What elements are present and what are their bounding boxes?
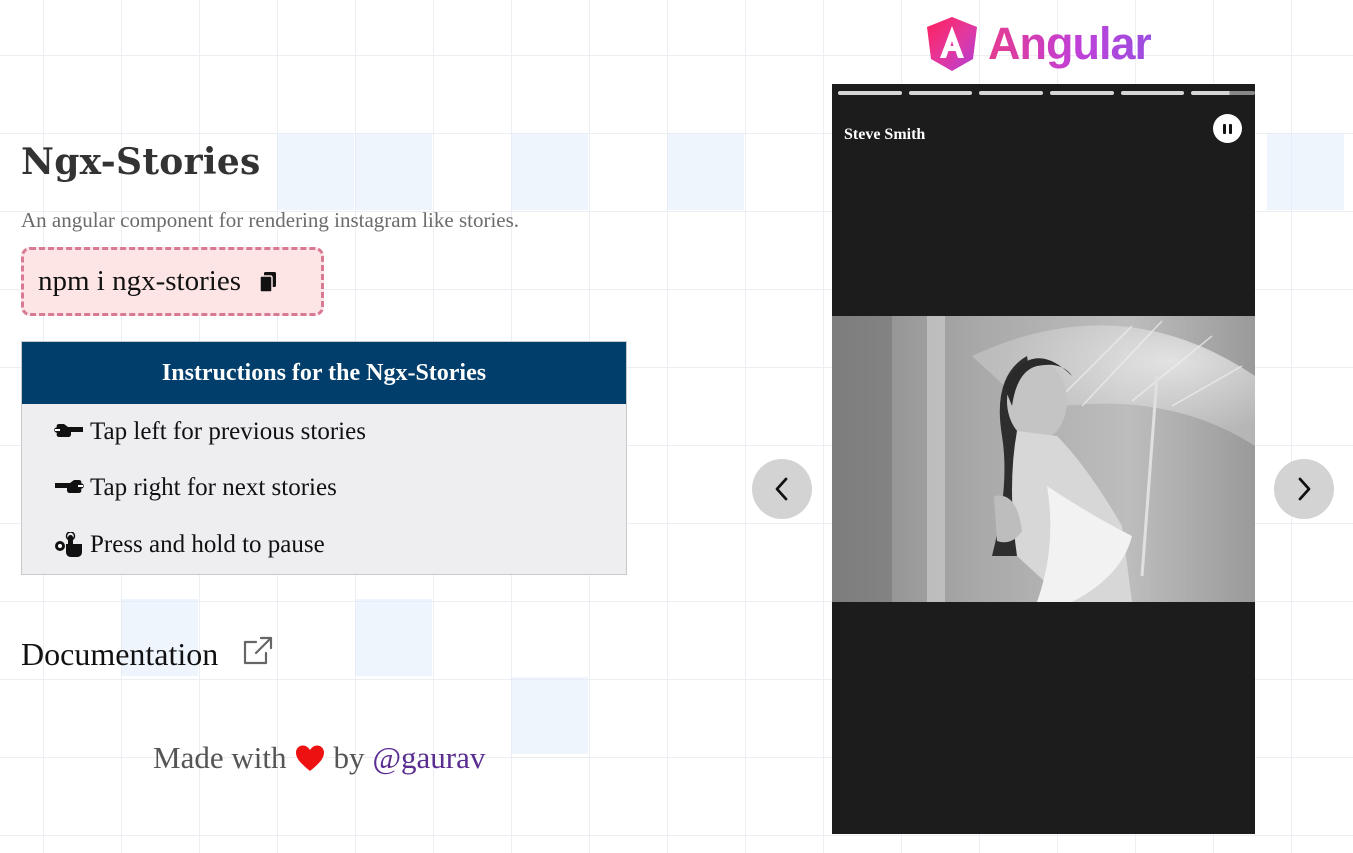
story-viewer[interactable]: Steve Smith [832,84,1255,834]
documentation-link[interactable]: Documentation [21,636,274,673]
instruction-item: Tap left for previous stories [54,418,366,446]
next-story-button[interactable] [1274,459,1334,519]
instruction-item: Press and hold to pause [54,531,325,559]
grid-tint [511,133,588,210]
grid-tint [277,133,354,210]
instructions-title: Instructions for the Ngx-Stories [22,342,626,404]
chevron-left-icon [775,477,788,501]
footer: Made with by @gaurav [153,740,485,776]
external-link-icon [242,635,274,667]
install-command: npm i ngx-stories [38,265,241,297]
page-title: Ngx-Stories [21,141,261,183]
page-subtitle: An angular component for rendering insta… [21,208,520,232]
instructions-panel: Instructions for the Ngx-Stories Tap lef… [21,341,627,575]
story-image [832,316,1255,602]
progress-segment-current [1191,91,1255,95]
progress-segment [1050,91,1114,95]
grid-tint [355,133,432,210]
grid-tint [1267,133,1344,210]
page: Ngx-Stories An angular component for ren… [0,0,1353,853]
angular-logo: Angular [924,15,1152,73]
pointing-right-hand-icon [54,475,84,501]
install-command-box: npm i ngx-stories [21,247,324,316]
pointing-left-hand-icon [54,419,84,445]
instruction-text: Tap right for next stories [90,474,337,501]
story-user-name: Steve Smith [844,126,926,143]
pause-button[interactable] [1213,114,1242,143]
previous-story-button[interactable] [752,459,812,519]
progress-segment [979,91,1044,95]
press-hold-icon [54,532,84,558]
instruction-item: Tap right for next stories [54,474,337,502]
grid-tint [511,677,588,754]
angular-shield-icon [927,17,977,71]
story-progress [838,91,1255,96]
footer-by: by [333,740,365,775]
grid-tint [667,133,744,210]
author-link[interactable]: @gaurav [372,740,485,776]
heart-icon [295,744,325,772]
instruction-text: Tap left for previous stories [90,418,366,445]
angular-logo-text: Angular [988,18,1152,69]
documentation-label: Documentation [21,636,219,672]
chevron-right-icon [1298,477,1311,501]
copy-icon[interactable] [259,271,277,293]
progress-segment [838,91,902,95]
pause-icon [1223,123,1226,134]
instruction-text: Press and hold to pause [90,531,325,558]
progress-segment [1120,91,1185,95]
grid-tint [355,599,432,676]
footer-made-with: Made with [153,740,287,775]
progress-segment [908,91,973,95]
